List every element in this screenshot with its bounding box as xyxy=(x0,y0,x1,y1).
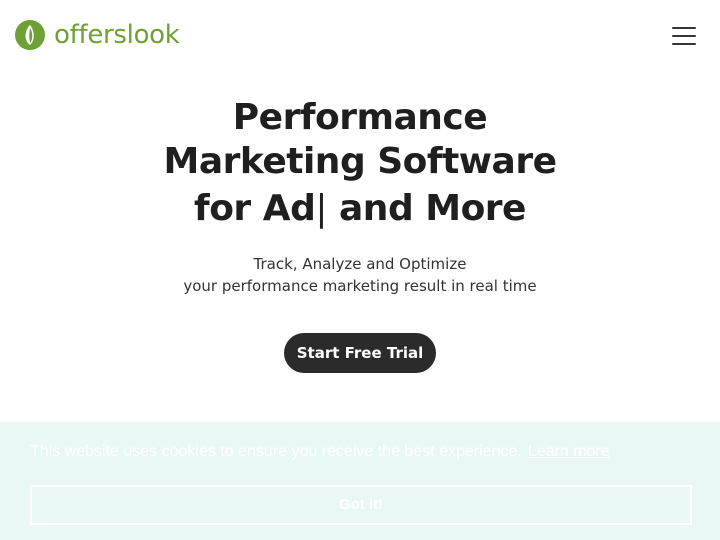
brand-name: offerslook xyxy=(54,20,180,50)
site-header: offerslook xyxy=(0,0,720,72)
hero-subtitle: Track, Analyze and Optimize your perform… xyxy=(0,253,720,297)
learn-more-link[interactable]: Learn more xyxy=(528,443,610,460)
hero-subtitle-line-2: your performance marketing result in rea… xyxy=(183,277,537,295)
cookie-message: This website uses cookies to ensure you … xyxy=(30,442,610,462)
hero-subtitle-line-1: Track, Analyze and Optimize xyxy=(253,255,467,273)
leaf-logo-icon xyxy=(15,20,45,50)
hero-section: Performance Marketing Software for Ad| a… xyxy=(0,96,720,373)
cookie-message-text: This website uses cookies to ensure you … xyxy=(30,443,522,460)
brand-logo[interactable]: offerslook xyxy=(14,18,180,52)
hero-title-line-3: for Ad| and More xyxy=(0,187,720,231)
menu-bar xyxy=(672,43,696,45)
start-free-trial-button[interactable]: Start Free Trial xyxy=(283,333,437,373)
hero-title: Performance Marketing Software for Ad| a… xyxy=(0,96,720,231)
hero-title-suffix: and More xyxy=(326,188,526,229)
menu-bar xyxy=(672,35,696,37)
hero-title-line-1: Performance xyxy=(232,97,488,138)
hamburger-menu-icon[interactable] xyxy=(672,27,696,45)
hero-title-typed-text: for Ad xyxy=(194,188,316,229)
menu-bar xyxy=(672,27,696,29)
hero-title-line-2: Marketing Software xyxy=(163,141,558,182)
typing-caret: | xyxy=(315,188,327,229)
cookie-accept-button[interactable]: Got it! xyxy=(30,485,692,525)
